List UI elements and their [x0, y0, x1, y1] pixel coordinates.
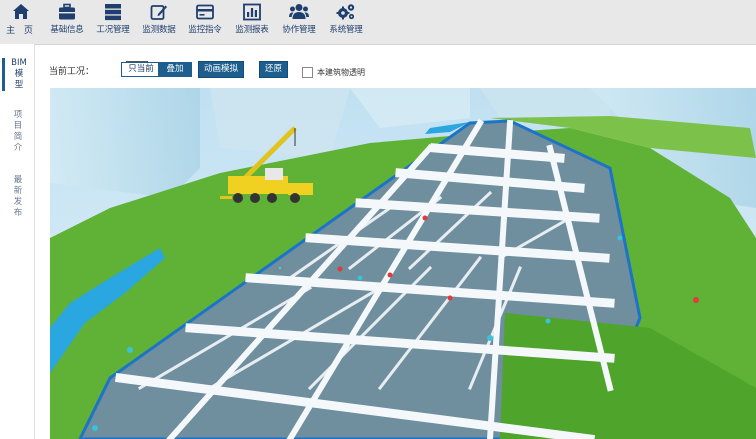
nav-label-condition: 工况管理 [96, 25, 130, 35]
tab-latest-release-line: 发 [13, 197, 23, 207]
gears-icon [336, 4, 355, 20]
tab-latest-release[interactable]: 最 新 发 布 [4, 175, 32, 219]
tab-latest-release-line: 布 [13, 208, 23, 218]
animate-button[interactable]: 动画模拟 [198, 61, 245, 78]
tab-bim-model-line: BIM [11, 58, 27, 68]
model-toolbar: 当前工况： 只当前 叠加 动画模拟 还原 本建筑物透明 [40, 58, 756, 80]
side-tabs: BIM 模 型 项 目 简 介 最 新 发 布 [0, 44, 35, 439]
tab-latest-release-line: 新 [13, 186, 23, 196]
tab-project-intro-line: 简 [13, 132, 23, 142]
seg-only-current[interactable]: 只当前 [121, 62, 161, 77]
tab-project-intro-line: 介 [13, 143, 23, 153]
tab-project-intro-line: 目 [13, 121, 23, 131]
tab-bim-model-line: 模 [14, 69, 24, 79]
nav-item-condition[interactable]: 工况管理 [92, 3, 134, 41]
nav-label-monitor-command: 监控指令 [188, 25, 222, 35]
nav-home-label: 主 页 [6, 26, 36, 36]
home-icon [13, 4, 29, 19]
tab-latest-release-line: 最 [13, 175, 23, 185]
tab-project-intro[interactable]: 项 目 简 介 [4, 110, 32, 154]
condition-label: 当前工况： [49, 67, 95, 77]
nav-label-collaboration: 协作管理 [282, 25, 316, 35]
users-icon [289, 4, 309, 19]
restore-button[interactable]: 还原 [259, 61, 289, 78]
nav-item-monitor-command[interactable]: 监控指令 [184, 3, 226, 41]
bar-chart-icon [243, 3, 261, 21]
top-nav: 主 页 基础信息 工况管理 监测数据 监控指令 监测报表 协作管理 系统管理 [0, 0, 756, 45]
bim-viewport[interactable] [50, 88, 756, 439]
transparent-checkbox[interactable] [302, 67, 313, 78]
bim-scene [50, 88, 756, 439]
nav-item-collaboration[interactable]: 协作管理 [278, 3, 320, 41]
transparent-label: 本建筑物透明 [317, 68, 365, 77]
seg-overlay[interactable]: 叠加 [158, 62, 192, 77]
nav-label-monitor-data: 监测数据 [142, 25, 176, 35]
server-icon [105, 4, 121, 21]
nav-item-monitor-data[interactable]: 监测数据 [139, 3, 179, 41]
edit-icon [150, 5, 167, 20]
tab-project-intro-line: 项 [13, 110, 23, 120]
briefcase-icon [59, 3, 75, 20]
nav-home[interactable]: 主 页 [4, 3, 38, 41]
nav-item-system[interactable]: 系统管理 [326, 3, 366, 41]
nav-label-monitor-report: 监测报表 [235, 25, 269, 35]
tab-bim-model-line: 型 [14, 80, 24, 90]
nav-item-basic-info[interactable]: 基础信息 [47, 3, 87, 41]
nav-label-system: 系统管理 [329, 25, 363, 35]
card-icon [196, 4, 214, 20]
nav-item-monitor-report[interactable]: 监测报表 [231, 3, 273, 41]
tab-bim-model[interactable]: BIM 模 型 [2, 58, 33, 91]
nav-label-basic-info: 基础信息 [50, 25, 84, 35]
